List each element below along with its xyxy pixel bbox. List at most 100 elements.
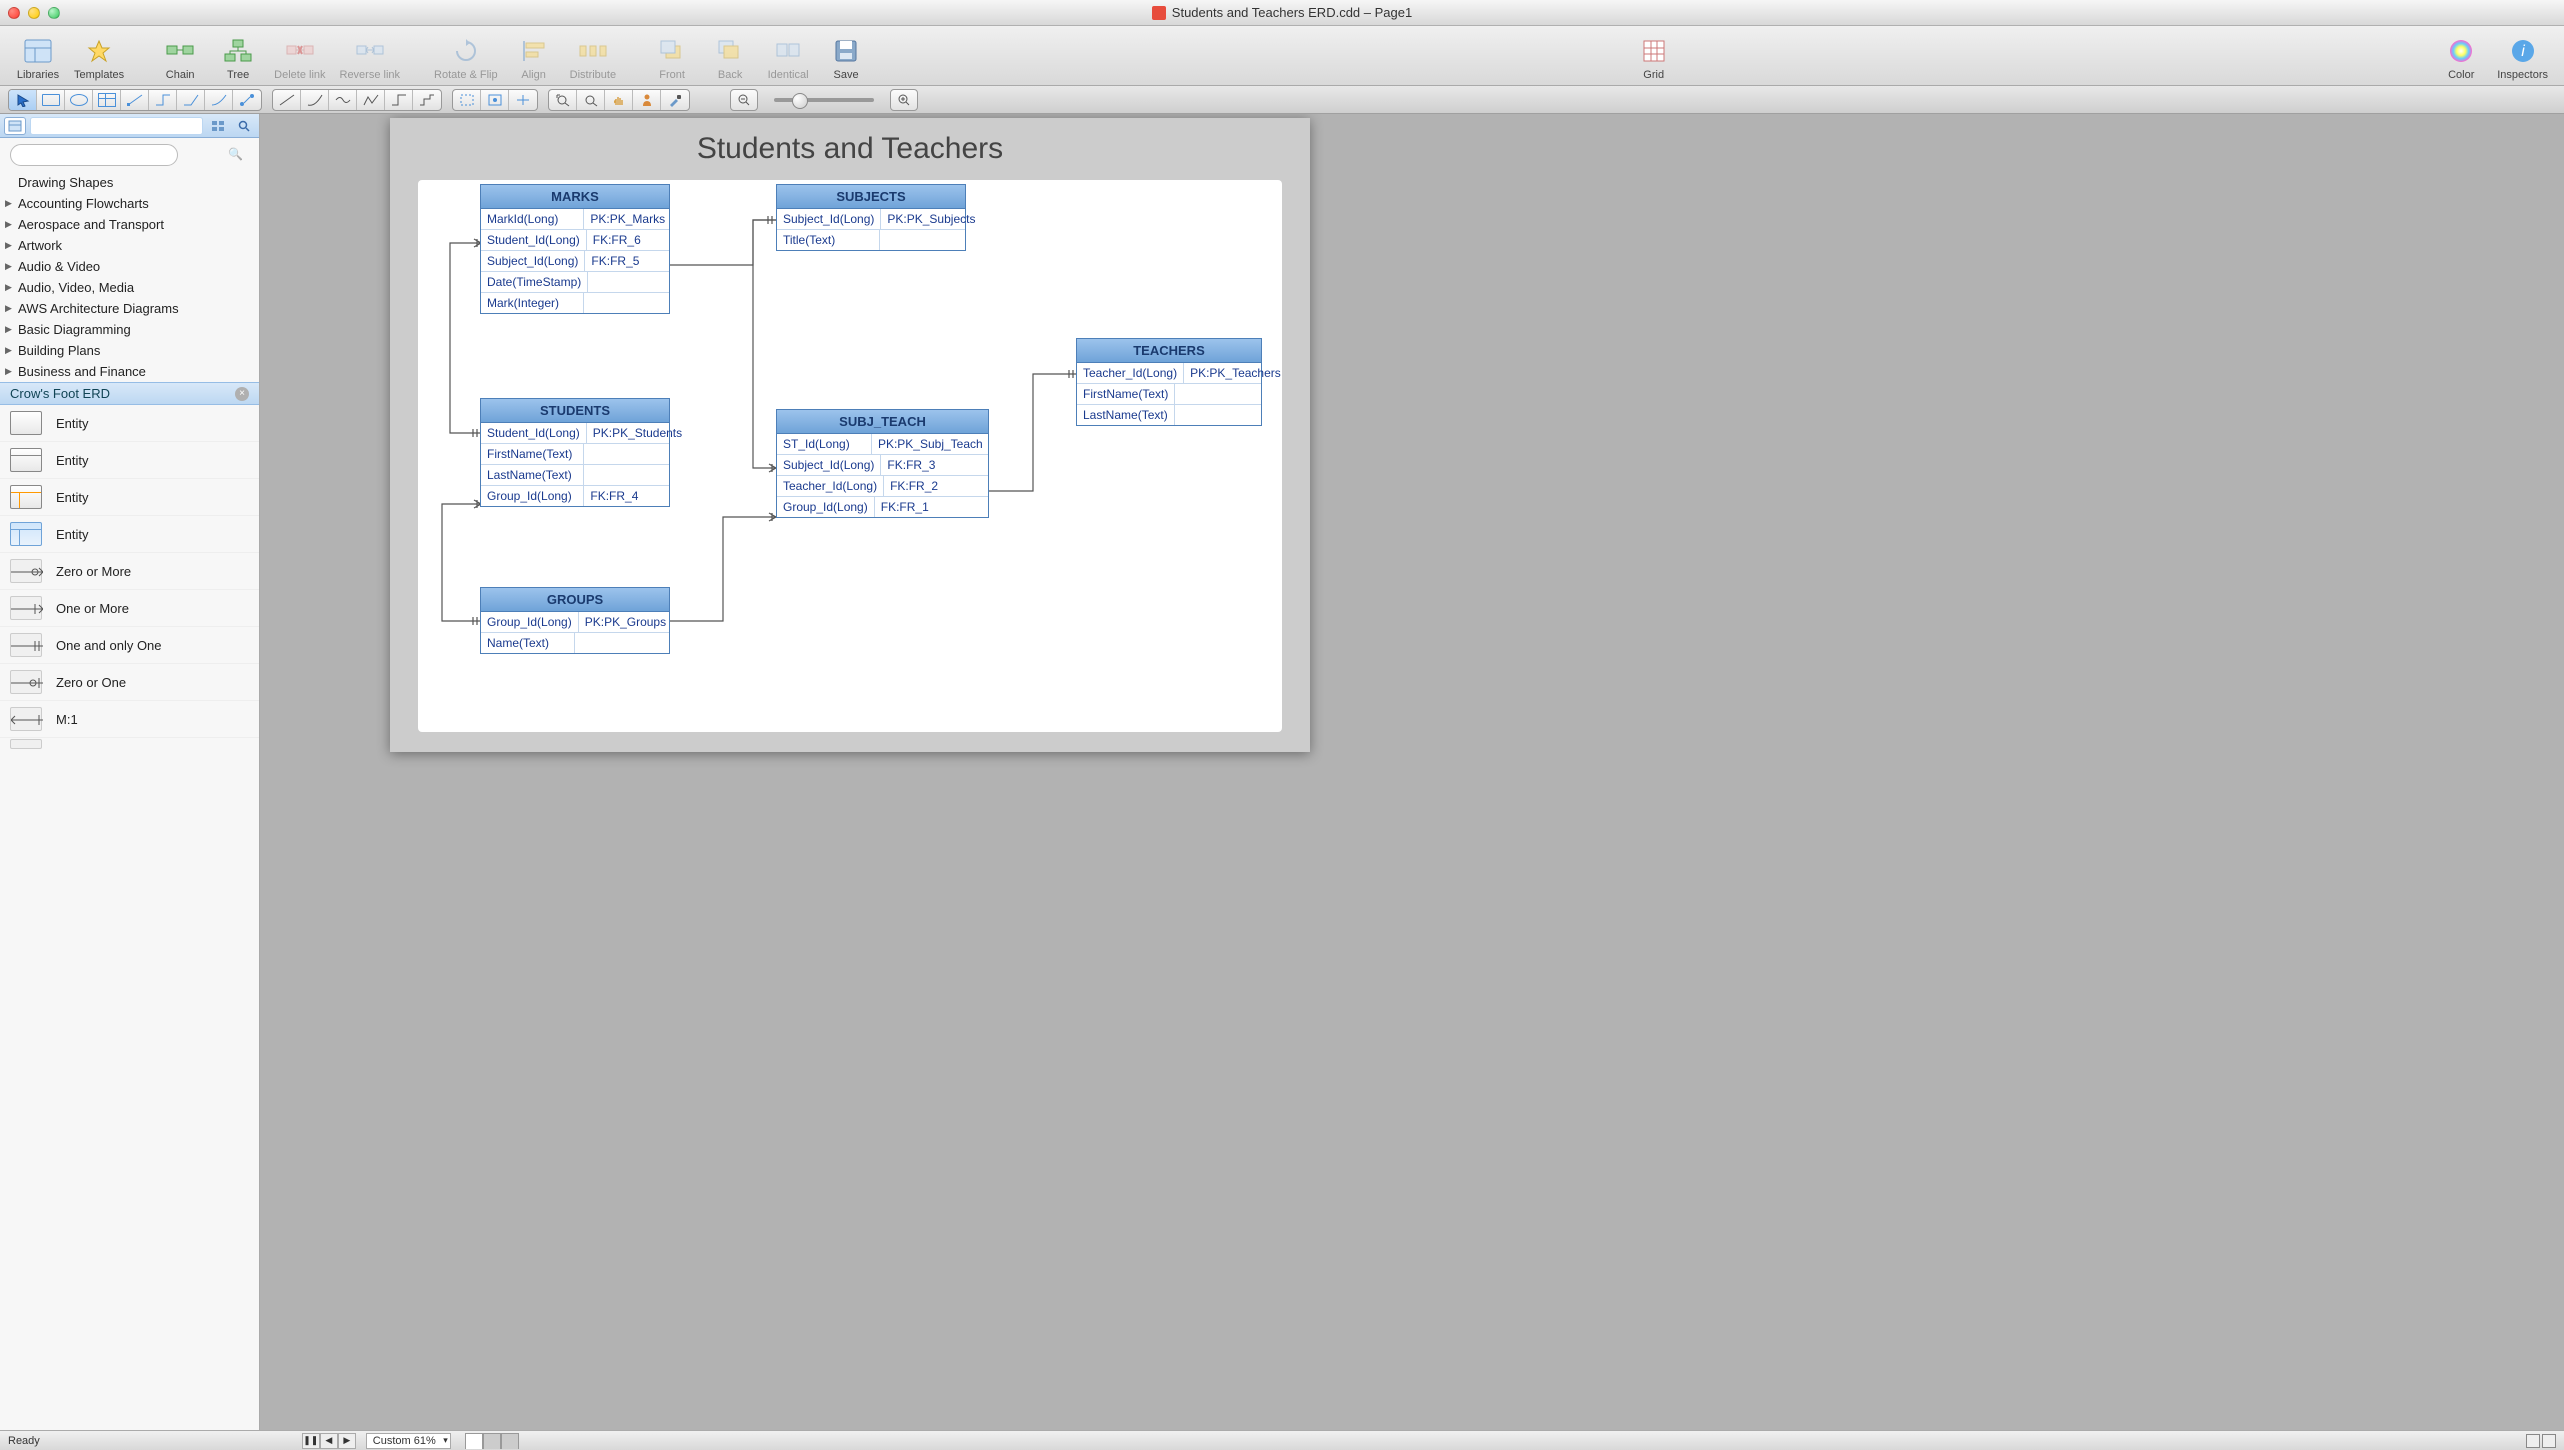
category-item[interactable]: Building Plans [0, 340, 259, 361]
chain-button[interactable]: Chain [152, 33, 208, 83]
reverse-link-button[interactable]: Reverse link [334, 33, 407, 83]
shape-one-only[interactable]: One and only One [0, 627, 259, 664]
zoom-slider[interactable] [774, 98, 874, 102]
category-item[interactable]: Basic Diagramming [0, 319, 259, 340]
line1-icon[interactable] [273, 89, 301, 111]
delete-link-button[interactable]: Delete link [268, 33, 331, 83]
svg-text:i: i [2521, 43, 2525, 60]
snap1-icon[interactable] [453, 89, 481, 111]
shape-m1[interactable]: M:1 [0, 701, 259, 738]
shape-entity-4[interactable]: Entity [0, 516, 259, 553]
snap3-icon[interactable] [509, 89, 537, 111]
entity-groups[interactable]: GROUPS Group_Id(Long)PK:PK_Groups Name(T… [480, 587, 670, 654]
zoom-icon[interactable] [48, 7, 60, 19]
line6-icon[interactable] [413, 89, 441, 111]
front-button[interactable]: Front [644, 33, 700, 83]
active-library-label: Crow's Foot ERD [10, 386, 110, 401]
category-item[interactable]: Aerospace and Transport [0, 214, 259, 235]
zoom-level[interactable]: Custom 61% [366, 1433, 451, 1449]
zoom-in-icon[interactable] [890, 89, 918, 111]
shape-entity-3[interactable]: Entity [0, 479, 259, 516]
shape-toolbar [0, 86, 2564, 114]
shape-extra[interactable] [0, 738, 259, 750]
status-ready: Ready [8, 1435, 40, 1447]
line4-icon[interactable] [357, 89, 385, 111]
close-icon[interactable] [8, 7, 20, 19]
page[interactable]: Students and Teachers [390, 118, 1310, 752]
entity-subj-teach[interactable]: SUBJ_TEACH ST_Id(Long)PK:PK_Subj_Teach S… [776, 409, 989, 518]
prev-page-icon[interactable]: ◀ [320, 1433, 338, 1449]
category-item[interactable]: Accounting Flowcharts [0, 193, 259, 214]
shape-entity-2[interactable]: Entity [0, 442, 259, 479]
snap2-icon[interactable] [481, 89, 509, 111]
color-button[interactable]: Color [2433, 33, 2489, 83]
category-item[interactable]: Audio, Video, Media [0, 277, 259, 298]
zoom-out-icon[interactable] [730, 89, 758, 111]
active-library-header[interactable]: Crow's Foot ERD × [0, 382, 259, 405]
shape-zero-or-one[interactable]: Zero or One [0, 664, 259, 701]
sidebar-filter-input[interactable] [30, 117, 203, 135]
distribute-button[interactable]: Distribute [564, 33, 622, 83]
ellipse-tool-icon[interactable] [65, 89, 93, 111]
shape-entity-1[interactable]: Entity [0, 405, 259, 442]
page-tabs [465, 1433, 519, 1449]
view-mode-2-icon[interactable] [2542, 1434, 2556, 1448]
shape-list: Entity Entity Entity Entity Zero or More… [0, 405, 259, 750]
category-item[interactable]: Business and Finance [0, 361, 259, 382]
tree-button[interactable]: Tree [210, 33, 266, 83]
page-tab-1[interactable] [465, 1433, 483, 1449]
canvas[interactable]: Students and Teachers [260, 114, 2564, 1430]
grid-view-icon[interactable] [207, 117, 229, 135]
line2-icon[interactable] [301, 89, 329, 111]
minimize-icon[interactable] [28, 7, 40, 19]
page-title: Students and Teachers [390, 132, 1310, 166]
eyedrop-icon[interactable] [661, 89, 689, 111]
zoom-tool-icon[interactable] [577, 89, 605, 111]
conn3-tool-icon[interactable] [177, 89, 205, 111]
library-search-input[interactable] [10, 144, 178, 166]
align-button[interactable]: Align [506, 33, 562, 83]
pointer-tool-icon[interactable] [9, 89, 37, 111]
back-button[interactable]: Back [702, 33, 758, 83]
line3-icon[interactable] [329, 89, 357, 111]
close-library-icon[interactable]: × [235, 387, 249, 401]
entity-marks[interactable]: MARKS MarkId(Long)PK:PK_Marks Student_Id… [480, 184, 670, 314]
category-item[interactable]: AWS Architecture Diagrams [0, 298, 259, 319]
person-tool-icon[interactable] [633, 89, 661, 111]
hand-tool-icon[interactable] [605, 89, 633, 111]
entity-students[interactable]: STUDENTS Student_Id(Long)PK:PK_Students … [480, 398, 670, 507]
search-view-icon[interactable] [233, 117, 255, 135]
pause-icon[interactable]: ❚❚ [302, 1433, 320, 1449]
window-controls [8, 7, 60, 19]
inspectors-button[interactable]: iInspectors [2491, 33, 2554, 83]
page-tab-2[interactable] [483, 1433, 501, 1449]
identical-button[interactable]: Identical [760, 33, 816, 83]
library-tab-icon[interactable] [4, 117, 26, 135]
table-tool-icon[interactable] [93, 89, 121, 111]
category-drawing-shapes[interactable]: Drawing Shapes [0, 172, 259, 193]
save-button[interactable]: Save [818, 33, 874, 83]
conn4-tool-icon[interactable] [205, 89, 233, 111]
view-mode-1-icon[interactable] [2526, 1434, 2540, 1448]
sidebar-tabs [0, 114, 259, 138]
shape-zero-or-more[interactable]: Zero or More [0, 553, 259, 590]
entity-subjects[interactable]: SUBJECTS Subject_Id(Long)PK:PK_Subjects … [776, 184, 966, 251]
grid-button[interactable]: Grid [1626, 33, 1682, 83]
zoom-extents-icon[interactable] [549, 89, 577, 111]
category-item[interactable]: Artwork [0, 235, 259, 256]
conn2-tool-icon[interactable] [149, 89, 177, 111]
conn5-tool-icon[interactable] [233, 89, 261, 111]
rect-tool-icon[interactable] [37, 89, 65, 111]
templates-button[interactable]: Templates [68, 33, 130, 83]
window-title: Students and Teachers ERD.cdd – Page1 [0, 5, 2564, 20]
category-item[interactable]: Audio & Video [0, 256, 259, 277]
shape-one-or-more[interactable]: One or More [0, 590, 259, 627]
next-page-icon[interactable]: ▶ [338, 1433, 356, 1449]
page-tab-3[interactable] [501, 1433, 519, 1449]
conn1-tool-icon[interactable] [121, 89, 149, 111]
libraries-button[interactable]: Libraries [10, 33, 66, 83]
rotate-flip-button[interactable]: Rotate & Flip [428, 33, 504, 83]
statusbar: Ready ❚❚ ◀ ▶ Custom 61% [0, 1430, 2564, 1450]
entity-teachers[interactable]: TEACHERS Teacher_Id(Long)PK:PK_Teachers … [1076, 338, 1262, 426]
line5-icon[interactable] [385, 89, 413, 111]
